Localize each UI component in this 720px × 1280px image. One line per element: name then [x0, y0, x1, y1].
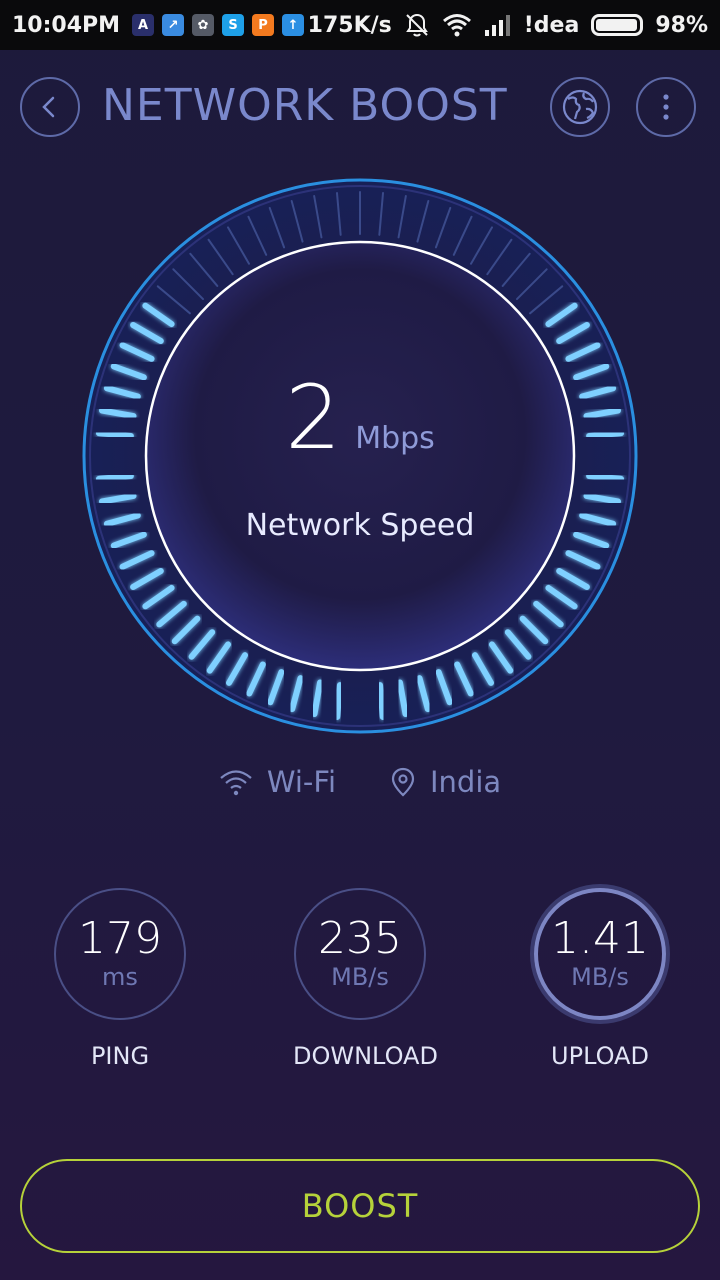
page-title: NETWORK BOOST: [102, 80, 508, 131]
upload-value: 1.41: [551, 913, 649, 964]
status-right: 175K/s !dea 98%: [308, 12, 708, 38]
download-stat: 235 MB/s DOWNLOAD: [293, 888, 438, 1070]
carrier-name: !dea: [523, 12, 580, 38]
location-label: India: [430, 765, 502, 799]
speed-value: 2: [285, 366, 342, 469]
boost-button[interactable]: BOOST: [20, 1159, 700, 1253]
connection-label: Wi-Fi: [266, 765, 336, 799]
more-vert-icon: [663, 94, 669, 120]
network-info: Wi-Fi India: [0, 760, 720, 804]
region-button[interactable]: [550, 77, 610, 137]
battery-fill: [596, 19, 638, 31]
wifi-status-icon: [442, 13, 472, 37]
orange-app-icon: P: [252, 14, 275, 36]
ping-value: 179: [78, 913, 162, 964]
ping-unit: ms: [102, 963, 138, 991]
download-label: DOWNLOAD: [293, 1042, 438, 1070]
upload-app-icon: ↑: [282, 14, 305, 36]
gauge-tick-active: [95, 473, 134, 482]
back-button[interactable]: [20, 77, 80, 137]
gallery-app-icon: ✿: [192, 14, 215, 36]
more-options-button[interactable]: [636, 77, 696, 137]
location: India: [390, 765, 501, 799]
upload-unit: MB/s: [571, 963, 629, 991]
speed-unit: Mbps: [355, 421, 435, 456]
app-header: NETWORK BOOST: [0, 70, 720, 146]
upload-stat: 1.41 MB/s UPLOAD: [533, 888, 667, 1070]
mute-notification-icon: [404, 12, 430, 38]
speed-readout: 2 Mbps: [80, 374, 640, 462]
battery-icon: [591, 14, 644, 36]
download-unit: MB/s: [331, 963, 389, 991]
globe-icon: [562, 89, 598, 125]
speed-label: Network Speed: [245, 508, 475, 543]
status-time: 10:04PM: [12, 12, 121, 38]
a-app-icon: A: [132, 14, 155, 36]
signal-icon: [484, 14, 512, 36]
download-ring: 235 MB/s: [294, 888, 426, 1020]
battery-percent: 98%: [655, 12, 708, 38]
upload-label: UPLOAD: [551, 1042, 649, 1070]
wifi-icon: [220, 770, 252, 796]
status-bar: 10:04PM A ↗ ✿ S P ↑ 175K/s !dea 98%: [0, 0, 720, 50]
chart-app-icon: ↗: [162, 14, 185, 36]
upload-ring: 1.41 MB/s: [534, 888, 666, 1020]
location-pin-icon: [391, 767, 415, 797]
skype-app-icon: S: [222, 14, 245, 36]
ping-label: PING: [90, 1042, 150, 1070]
ping-stat: 179 ms PING: [53, 888, 187, 1070]
download-value: 235: [318, 913, 402, 964]
gauge-tick-active: [334, 682, 343, 721]
ping-ring: 179 ms: [54, 888, 186, 1020]
connection-type: Wi-Fi: [219, 765, 336, 799]
gauge-tick-active: [586, 473, 625, 482]
network-speed-text: 175K/s: [307, 12, 392, 38]
gauge-tick-active: [377, 682, 386, 721]
speed-gauge: 2 Mbps Network Speed: [80, 178, 640, 734]
chevron-left-icon: [42, 96, 55, 118]
status-app-icons: A ↗ ✿ S P ↑: [132, 14, 305, 36]
